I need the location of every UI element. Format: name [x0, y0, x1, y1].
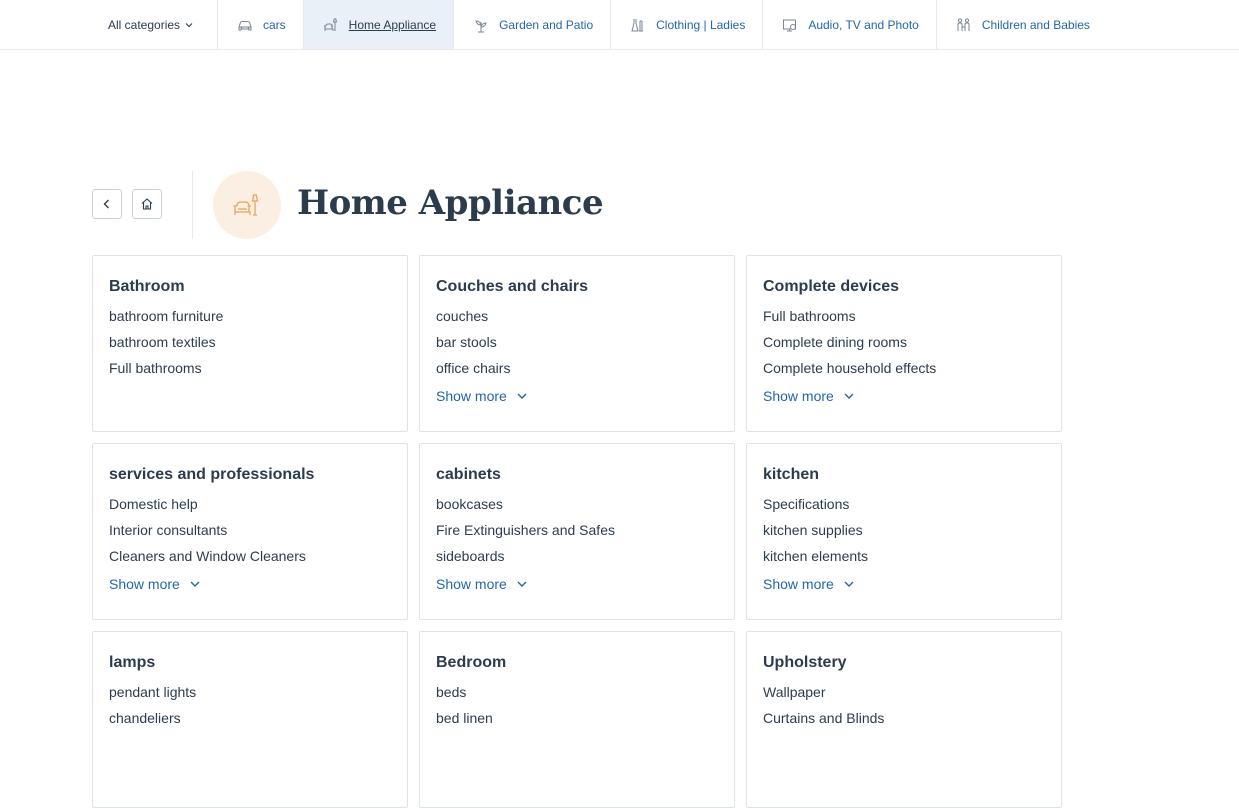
- home-button[interactable]: [132, 189, 162, 219]
- subcategory-link[interactable]: Full bathrooms: [763, 303, 1045, 329]
- subcategory-link[interactable]: Interior consultants: [109, 517, 391, 543]
- subcategory-link[interactable]: chandeliers: [109, 705, 391, 731]
- armchair-lamp-icon: [323, 18, 337, 31]
- nav-tab-label: Children and Babies: [981, 17, 1090, 32]
- category-card: services and professionals Domestic help I…: [92, 443, 408, 620]
- subcategory-link[interactable]: bathroom textiles: [109, 329, 391, 355]
- subcategory-list: bookcases Fire Extinguishers and Safes sid…: [436, 491, 718, 569]
- category-card: Bedroom beds bed linen: [419, 631, 735, 808]
- show-more-button[interactable]: Show more: [763, 576, 855, 592]
- chevron-down-icon: [190, 581, 200, 587]
- category-title[interactable]: Bedroom: [436, 653, 718, 673]
- category-title[interactable]: services and professionals: [109, 465, 391, 485]
- subcategory-link[interactable]: Curtains and Blinds: [763, 705, 1045, 731]
- subcategory-link[interactable]: bar stools: [436, 329, 718, 355]
- nav-tab-home-appliance[interactable]: Home Appliance: [302, 0, 454, 49]
- subcategory-link[interactable]: Domestic help: [109, 491, 391, 517]
- nav-tab-cars[interactable]: cars: [217, 0, 303, 49]
- top-navigation: All categories cars Home Appliance Garde…: [0, 0, 1239, 50]
- subcategory-link[interactable]: sideboards: [436, 543, 718, 569]
- category-card: Couches and chairs couches bar stools offic…: [419, 255, 735, 432]
- category-title[interactable]: Couches and chairs: [436, 277, 718, 297]
- category-card: Upholstery Wallpaper Curtains and Blinds: [746, 631, 1062, 808]
- subcategory-link[interactable]: bed linen: [436, 705, 718, 731]
- show-more-label: Show more: [436, 576, 507, 592]
- subcategory-list: Wallpaper Curtains and Blinds: [763, 679, 1045, 731]
- nav-tab-label: cars: [263, 17, 286, 32]
- nav-tab-label: Clothing | Ladies: [656, 17, 746, 32]
- nav-tab-children-and-babies[interactable]: Children and Babies: [935, 0, 1107, 49]
- page-title: Home Appliance: [297, 183, 604, 223]
- family-icon: [957, 17, 970, 31]
- nav-tab-garden-and-patio[interactable]: Garden and Patio: [453, 0, 610, 49]
- subcategory-link[interactable]: Fire Extinguishers and Safes: [436, 517, 718, 543]
- subcategory-link[interactable]: pendant lights: [109, 679, 391, 705]
- subcategory-list: beds bed linen: [436, 679, 718, 731]
- subcategory-link[interactable]: kitchen elements: [763, 543, 1045, 569]
- home-icon: [141, 198, 153, 210]
- header-divider: [192, 171, 193, 239]
- show-more-button[interactable]: Show more: [109, 576, 201, 592]
- subcategory-link[interactable]: bookcases: [436, 491, 718, 517]
- category-card: Complete devices Full bathrooms Complete d…: [746, 255, 1062, 432]
- subcategory-link[interactable]: Cleaners and Window Cleaners: [109, 543, 391, 569]
- nav-tab-clothing-ladies[interactable]: Clothing | Ladies: [610, 0, 762, 49]
- subcategory-link[interactable]: couches: [436, 303, 718, 329]
- show-more-label: Show more: [436, 388, 507, 404]
- show-more-label: Show more: [763, 388, 834, 404]
- show-more-label: Show more: [763, 576, 834, 592]
- nav-tab-label: Home Appliance: [348, 17, 437, 32]
- subcategory-list: Domestic help Interior consultants Cleaner…: [109, 491, 391, 569]
- category-card: lamps pendant lights chandeliers: [92, 631, 408, 808]
- chevron-down-icon: [844, 581, 854, 587]
- chevron-left-icon: [103, 199, 109, 209]
- subcategory-link[interactable]: kitchen supplies: [763, 517, 1045, 543]
- subcategory-link[interactable]: bathroom furniture: [109, 303, 391, 329]
- category-title[interactable]: Complete devices: [763, 277, 1045, 297]
- tv-icon: [783, 19, 797, 31]
- all-categories-label: All categories: [108, 17, 181, 32]
- show-more-button[interactable]: Show more: [436, 388, 528, 404]
- category-title[interactable]: lamps: [109, 653, 391, 673]
- chevron-down-icon: [517, 581, 527, 587]
- subcategory-list: Specifications kitchen supplies kitchen el…: [763, 491, 1045, 569]
- category-header: Home Appliance: [92, 171, 792, 239]
- category-card: cabinets bookcases Fire Extinguishers and …: [419, 443, 735, 620]
- clothes-icon: [631, 18, 644, 31]
- subcategory-link[interactable]: Full bathrooms: [109, 355, 391, 381]
- subcategory-list: couches bar stools office chairs: [436, 303, 718, 381]
- subcategory-link[interactable]: Specifications: [763, 491, 1045, 517]
- show-more-button[interactable]: Show more: [436, 576, 528, 592]
- category-title[interactable]: kitchen: [763, 465, 1045, 485]
- subcategory-grid: Bathroom bathroom furniture bathroom texti…: [92, 255, 1062, 808]
- subcategory-link[interactable]: Complete household effects: [763, 355, 1045, 381]
- category-card: kitchen Specifications kitchen supplies kit…: [746, 443, 1062, 620]
- chevron-down-icon: [517, 393, 527, 399]
- subcategory-list: bathroom furniture bathroom textiles Full …: [109, 303, 391, 381]
- chevron-down-icon: [185, 22, 193, 27]
- category-title[interactable]: Bathroom: [109, 277, 391, 297]
- all-categories-dropdown[interactable]: All categories: [108, 0, 193, 49]
- subcategory-link[interactable]: office chairs: [436, 355, 718, 381]
- nav-tab-label: Garden and Patio: [499, 17, 594, 32]
- chevron-down-icon: [844, 393, 854, 399]
- category-title[interactable]: cabinets: [436, 465, 718, 485]
- nav-tab-label: Audio, TV and Photo: [808, 17, 919, 32]
- back-button[interactable]: [92, 189, 122, 219]
- nav-tab-audio-tv-photo[interactable]: Audio, TV and Photo: [762, 0, 936, 49]
- armchair-lamp-icon: [233, 194, 259, 216]
- subcategory-list: pendant lights chandeliers: [109, 679, 391, 731]
- plant-icon: [475, 19, 487, 32]
- subcategory-link[interactable]: Wallpaper: [763, 679, 1045, 705]
- subcategory-link[interactable]: Complete dining rooms: [763, 329, 1045, 355]
- show-more-button[interactable]: Show more: [763, 388, 855, 404]
- category-icon-circle: [213, 171, 281, 239]
- car-icon: [238, 20, 252, 30]
- category-card: Bathroom bathroom furniture bathroom texti…: [92, 255, 408, 432]
- category-title[interactable]: Upholstery: [763, 653, 1045, 673]
- show-more-label: Show more: [109, 576, 180, 592]
- subcategory-list: Full bathrooms Complete dining rooms Compl…: [763, 303, 1045, 381]
- subcategory-link[interactable]: beds: [436, 679, 718, 705]
